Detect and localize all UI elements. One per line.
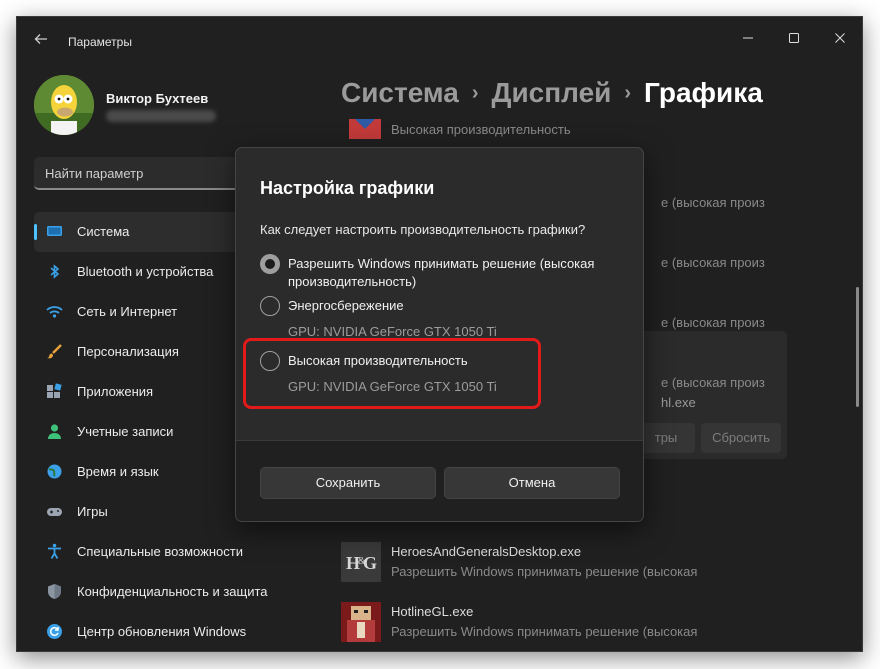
app-name: HotlineGL.exe bbox=[391, 604, 474, 619]
list-item-sub: е (высокая произ bbox=[661, 195, 765, 210]
radio-button[interactable] bbox=[260, 296, 280, 316]
hng-app-icon: H & G bbox=[341, 542, 381, 582]
breadcrumb: Система › Дисплей › Графика bbox=[341, 77, 763, 109]
title-bar: Параметры bbox=[17, 17, 862, 63]
apps-icon bbox=[46, 383, 63, 400]
list-item-sub: е (высокая произ bbox=[661, 375, 765, 390]
list-item[interactable]: HotlineGL.exe Разрешить Windows принимат… bbox=[341, 602, 841, 651]
breadcrumb-system[interactable]: Система bbox=[341, 77, 459, 108]
sidebar-item-label: Учетные записи bbox=[77, 424, 174, 439]
wifi-icon bbox=[46, 303, 63, 320]
maximize-button[interactable] bbox=[771, 25, 817, 55]
gamepad-icon bbox=[46, 503, 63, 520]
sidebar-item-label: Bluetooth и устройства bbox=[77, 264, 214, 279]
sidebar-item-privacy[interactable]: Конфиденциальность и защита bbox=[34, 572, 274, 612]
sidebar-item-label: Персонализация bbox=[77, 344, 179, 359]
app-sub: Разрешить Windows принимать решение (выс… bbox=[391, 624, 698, 639]
user-name: Виктор Бухтеев bbox=[106, 91, 209, 106]
close-button[interactable] bbox=[817, 25, 862, 55]
avatar[interactable] bbox=[34, 75, 94, 135]
accessibility-icon bbox=[46, 543, 63, 560]
dialog-question: Как следует настроить производительность… bbox=[260, 222, 586, 237]
back-arrow-icon[interactable] bbox=[33, 31, 51, 49]
scrollbar[interactable] bbox=[856, 287, 859, 407]
sidebar-item-label: Сеть и Интернет bbox=[77, 304, 178, 319]
sidebar-item-label: Игры bbox=[77, 504, 108, 519]
list-item-sub: е (высокая произ bbox=[661, 255, 765, 270]
hotline-app-icon bbox=[341, 602, 381, 642]
dialog-title: Настройка графики bbox=[260, 178, 435, 198]
option-gpu: GPU: NVIDIA GeForce GTX 1050 Ti bbox=[288, 324, 497, 339]
reset-button[interactable]: Сбросить bbox=[701, 423, 781, 453]
app-name: HeroesAndGeneralsDesktop.exe bbox=[391, 544, 582, 559]
radio-button[interactable] bbox=[260, 254, 280, 274]
sidebar-item-label: Специальные возможности bbox=[77, 544, 243, 559]
list-item[interactable]: H & G HeroesAndGeneralsDesktop.exe Разреши… bbox=[341, 542, 841, 592]
globe-icon bbox=[46, 463, 63, 480]
shield-icon bbox=[46, 583, 63, 600]
app-name: hl.exe bbox=[661, 395, 696, 410]
update-icon bbox=[46, 623, 63, 640]
sidebar-item-label: Центр обновления Windows bbox=[77, 624, 247, 639]
sidebar-item-label: Время и язык bbox=[77, 464, 159, 479]
search-placeholder: Найти параметр bbox=[45, 166, 144, 181]
app-icon bbox=[345, 119, 385, 139]
sidebar-item-windows-update[interactable]: Центр обновления Windows bbox=[34, 612, 274, 651]
highlight-frame bbox=[243, 338, 541, 409]
user-email-blurred bbox=[106, 110, 216, 122]
graphics-settings-dialog: Настройка графики Как следует настроить … bbox=[235, 147, 644, 522]
option-label: Энергосбережение bbox=[288, 298, 404, 313]
svg-text:G: G bbox=[363, 553, 377, 573]
system-icon bbox=[46, 223, 63, 240]
breadcrumb-separator: › bbox=[471, 82, 479, 104]
sidebar-item-label: Приложения bbox=[77, 384, 154, 399]
page-title: Графика bbox=[644, 77, 763, 108]
option-label: Разрешить Windows принимать решение (выс… bbox=[288, 256, 595, 289]
brush-icon bbox=[46, 343, 63, 360]
account-icon bbox=[46, 423, 63, 440]
list-item-sub: е (высокая произ bbox=[661, 315, 765, 330]
save-button[interactable]: Сохранить bbox=[260, 467, 436, 499]
minimize-button[interactable] bbox=[725, 25, 771, 55]
app-title: Параметры bbox=[68, 35, 132, 49]
sidebar-item-label: Конфиденциальность и защита bbox=[77, 584, 268, 599]
dialog-footer: Сохранить Отмена bbox=[236, 440, 643, 521]
option-let-windows-decide[interactable]: Разрешить Windows принимать решение (выс… bbox=[260, 254, 630, 290]
bluetooth-icon bbox=[46, 263, 63, 280]
sidebar-item-label: Система bbox=[77, 224, 130, 239]
breadcrumb-separator: › bbox=[624, 82, 632, 104]
option-power-saving[interactable]: Энергосбережение GPU: NVIDIA GeForce GTX… bbox=[260, 296, 630, 342]
sidebar-item-accessibility[interactable]: Специальные возможности bbox=[34, 532, 274, 572]
breadcrumb-display[interactable]: Дисплей bbox=[492, 77, 612, 108]
cancel-button[interactable]: Отмена bbox=[444, 467, 620, 499]
list-item-sub: Высокая производительность bbox=[391, 122, 571, 137]
app-sub: Разрешить Windows принимать решение (выс… bbox=[391, 564, 698, 579]
options-button[interactable]: тры bbox=[637, 423, 695, 453]
